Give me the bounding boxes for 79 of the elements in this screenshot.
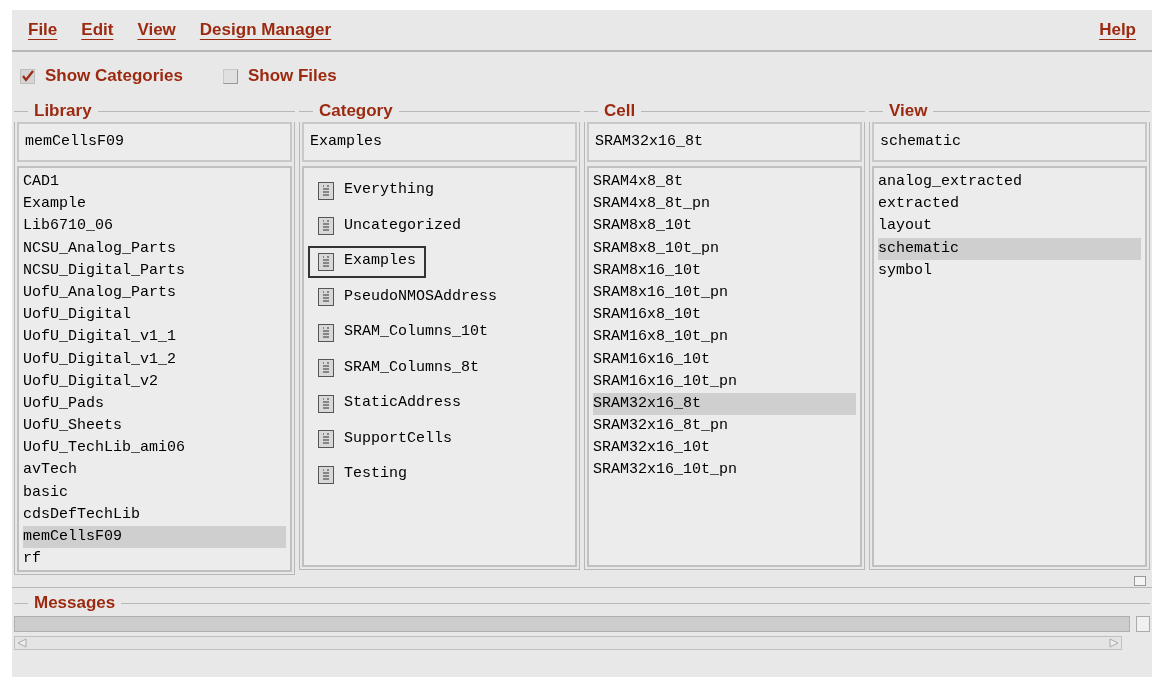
- check-icon: [21, 70, 34, 82]
- category-item[interactable]: Everything: [308, 174, 444, 207]
- list-item[interactable]: basic: [23, 481, 286, 504]
- list-item[interactable]: extracted: [878, 193, 1141, 216]
- help-menu[interactable]: Help: [1099, 17, 1136, 43]
- list-item[interactable]: SRAM4x8_8t: [593, 171, 856, 194]
- list-item[interactable]: SRAM16x8_10t: [593, 304, 856, 327]
- list-item[interactable]: SRAM8x16_10t: [593, 259, 856, 282]
- checkbox[interactable]: [20, 68, 35, 84]
- list-item[interactable]: SRAM16x16_10t_pn: [593, 370, 856, 393]
- list-item[interactable]: rf: [23, 548, 286, 571]
- list-item[interactable]: SRAM32x16_8t_pn: [593, 415, 856, 438]
- list-item[interactable]: SRAM8x16_10t_pn: [593, 281, 856, 305]
- left-arrow-icon[interactable]: [17, 638, 27, 648]
- list-item[interactable]: analog_extracted: [878, 171, 1141, 194]
- panel-title: Cell: [603, 100, 637, 123]
- list-item[interactable]: layout: [878, 215, 1141, 238]
- list-item[interactable]: CAD1: [23, 171, 286, 194]
- panel-title: View: [888, 100, 929, 123]
- name-field[interactable]: memCellsF09: [17, 122, 292, 162]
- checkbox-label[interactable]: Show Categories: [45, 63, 183, 89]
- checkbox[interactable]: [222, 68, 238, 84]
- name-field[interactable]: Examples: [302, 122, 577, 162]
- category-item[interactable]: SupportCells: [308, 423, 463, 455]
- list-item[interactable]: UofU_Digital_v1_1: [23, 326, 286, 349]
- menu-item[interactable]: Edit: [81, 17, 114, 43]
- list-item[interactable]: SRAM8x8_10t: [593, 215, 856, 238]
- list-item[interactable]: UofU_Digital_v2: [23, 370, 286, 393]
- list-item[interactable]: SRAM16x8_10t_pn: [593, 326, 856, 349]
- panel-title: Category: [318, 100, 394, 123]
- list-item[interactable]: UofU_TechLib_ami06: [23, 437, 286, 460]
- menu-item[interactable]: View: [137, 17, 176, 43]
- list-item[interactable]: NCSU_Digital_Parts: [23, 259, 286, 282]
- category-item[interactable]: PseudoNMOSAddress: [308, 281, 508, 313]
- list-item[interactable]: Lib6710_06: [23, 215, 286, 238]
- checkbox-label[interactable]: Show Files: [247, 63, 337, 89]
- category-item[interactable]: SRAM_Columns_10t: [308, 316, 499, 349]
- horizontal-scrollbar[interactable]: [14, 636, 1122, 650]
- list-item[interactable]: SRAM4x8_8t_pn: [593, 193, 856, 216]
- list-item[interactable]: UofU_Digital_v1_2: [23, 348, 286, 371]
- list-item[interactable]: UofU_Digital: [23, 304, 286, 327]
- menu-item[interactable]: Design Manager: [199, 17, 332, 43]
- list-item[interactable]: SRAM32x16_10t_pn: [593, 459, 856, 482]
- document-icon: [318, 217, 334, 235]
- list-item[interactable]: UofU_Pads: [23, 392, 286, 416]
- document-icon: [318, 394, 334, 413]
- list-item[interactable]: avTech: [23, 459, 286, 482]
- category-item[interactable]: Examples: [308, 245, 426, 278]
- document-icon: [318, 430, 334, 448]
- name-field[interactable]: schematic: [872, 122, 1147, 162]
- document-icon: [318, 252, 334, 271]
- list-item[interactable]: schematic: [878, 237, 1141, 260]
- list-item[interactable]: symbol: [878, 259, 1141, 282]
- document-icon: [318, 323, 334, 342]
- category-item[interactable]: Uncategorized: [308, 210, 472, 242]
- right-arrow-icon[interactable]: [1109, 638, 1119, 648]
- list-item[interactable]: NCSU_Analog_Parts: [23, 237, 286, 260]
- menu-item[interactable]: File: [28, 17, 58, 43]
- category-item[interactable]: SRAM_Columns_8t: [308, 352, 490, 384]
- list-item[interactable]: SRAM16x16_10t: [593, 348, 856, 371]
- pane-handle[interactable]: [1134, 575, 1146, 586]
- category-item[interactable]: StaticAddress: [308, 387, 472, 420]
- panel-title: Library: [33, 100, 93, 123]
- list-item[interactable]: UofU_Analog_Parts: [23, 281, 286, 305]
- document-icon: [318, 359, 334, 377]
- list-item[interactable]: SRAM32x16_8t: [593, 392, 856, 416]
- list-item[interactable]: SRAM8x8_10t_pn: [593, 237, 856, 260]
- document-icon: [318, 181, 334, 200]
- name-field[interactable]: SRAM32x16_8t: [587, 122, 862, 162]
- list-item[interactable]: SRAM32x16_10t: [593, 437, 856, 460]
- list-item[interactable]: Example: [23, 193, 286, 216]
- scroll-button[interactable]: [1136, 616, 1150, 632]
- panel-title: Messages: [33, 592, 117, 615]
- list-item[interactable]: cdsDefTechLib: [23, 503, 286, 526]
- list-item[interactable]: memCellsF09: [23, 526, 286, 549]
- list-item[interactable]: UofU_Sheets: [23, 415, 286, 438]
- document-icon: [318, 288, 334, 306]
- category-item[interactable]: Testing: [308, 458, 417, 491]
- document-icon: [318, 465, 334, 484]
